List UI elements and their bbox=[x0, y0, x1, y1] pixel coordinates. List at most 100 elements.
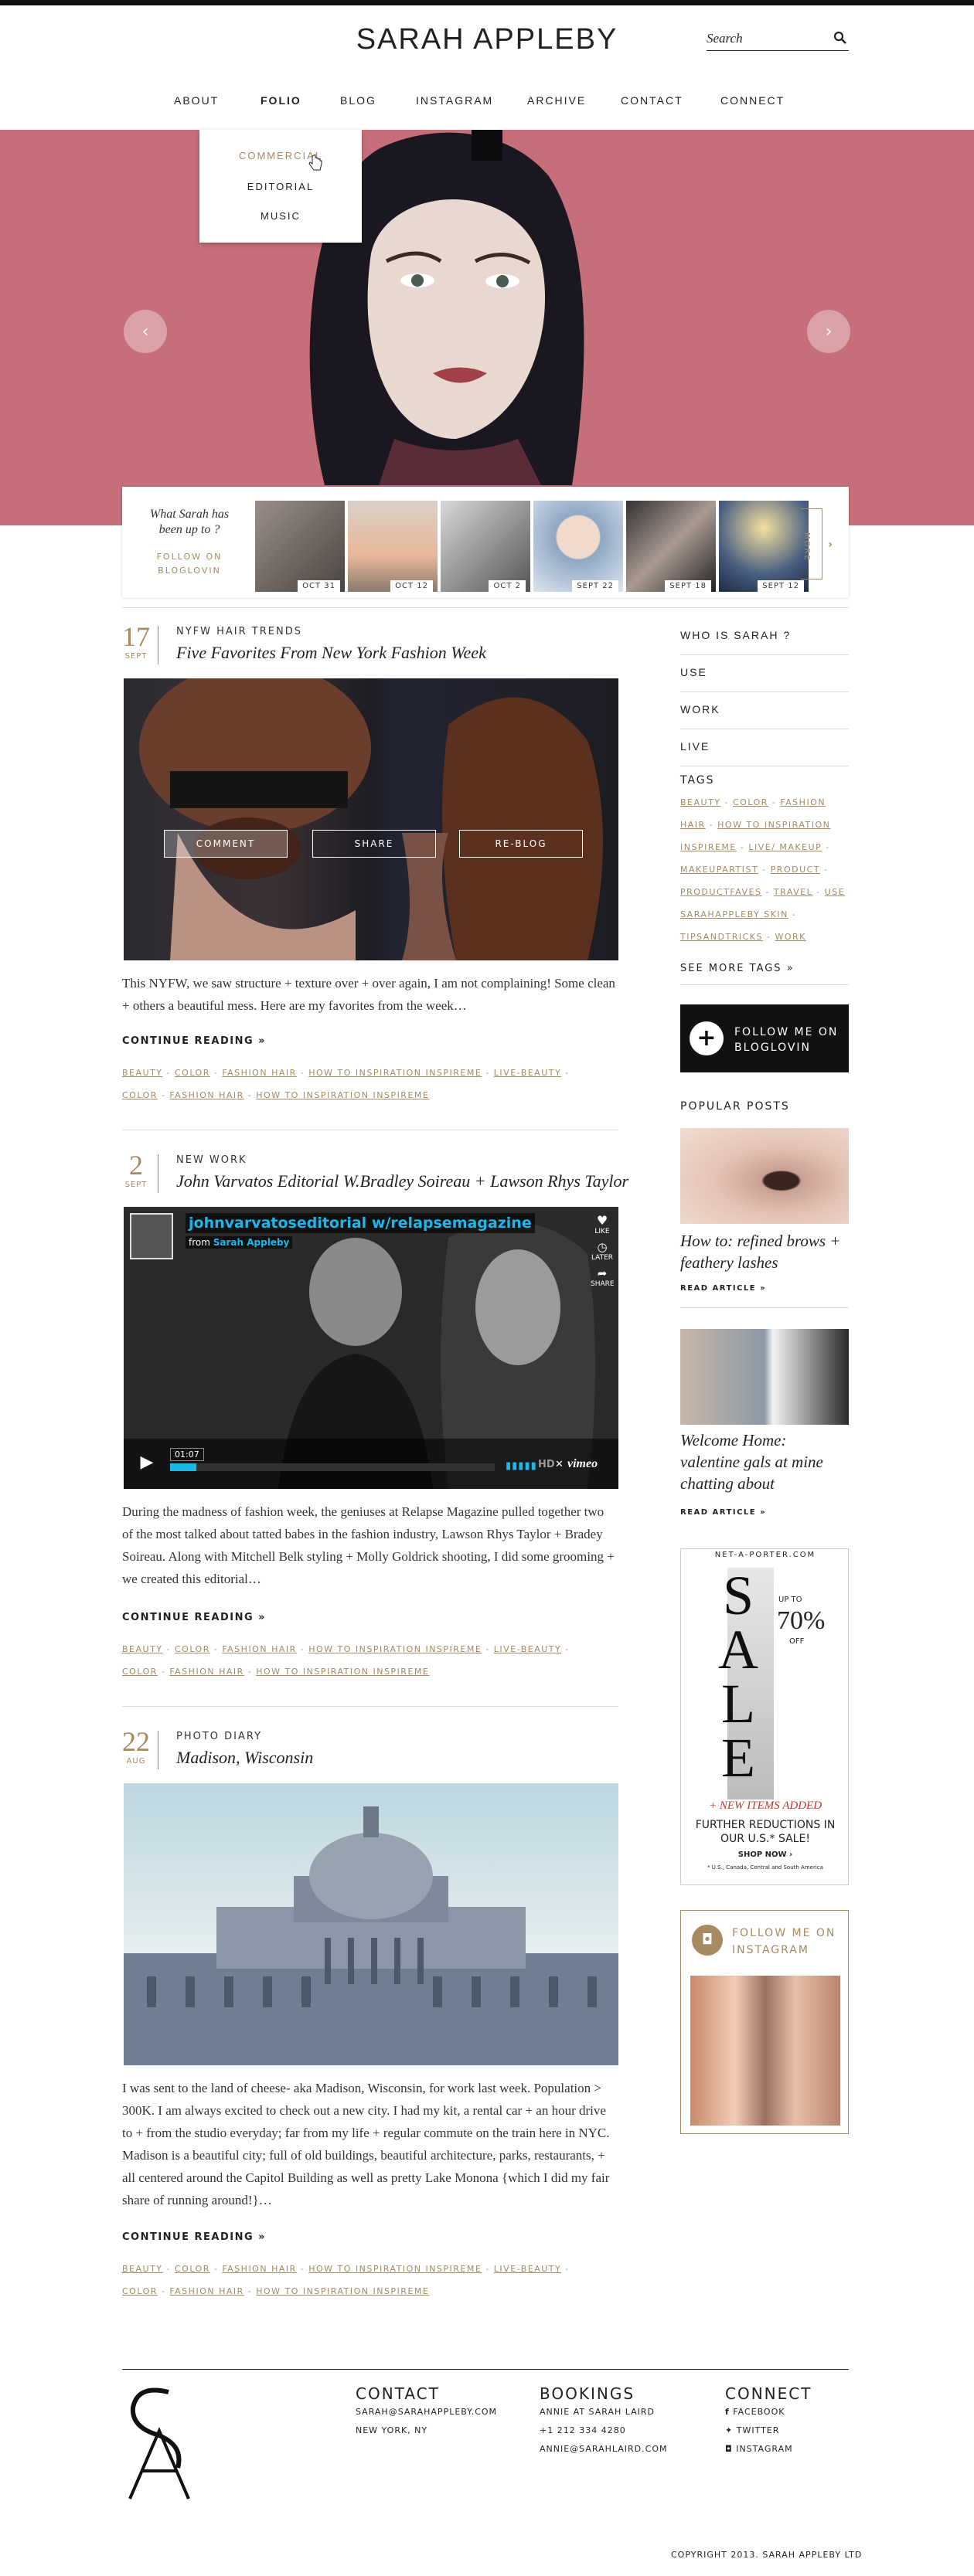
tag-link[interactable]: TRAVEL bbox=[774, 887, 812, 897]
continue-reading-link[interactable]: CONTINUE READING » bbox=[122, 2231, 266, 2243]
popular-post-image[interactable] bbox=[680, 1128, 849, 1224]
sa-monogram-logo[interactable] bbox=[122, 2384, 192, 2500]
tag-link[interactable]: MAKEUPARTIST bbox=[680, 865, 758, 875]
see-more-tags-link[interactable]: SEE MORE TAGS » bbox=[680, 963, 795, 974]
sidebar-link-who[interactable]: WHO IS SARAH ? bbox=[680, 618, 849, 655]
volume-icon[interactable]: ▮▮▮▮▮ bbox=[506, 1460, 537, 1472]
footer-agent-email[interactable]: ANNIE@SARAHLAIRD.COM bbox=[540, 2440, 667, 2459]
more-button[interactable]: MORE › bbox=[801, 508, 833, 579]
tag-link[interactable]: COLOR bbox=[175, 1068, 210, 1078]
tag-link[interactable]: HOW TO INSPIRATION INSPIREME bbox=[308, 1644, 482, 1654]
follow-bloglovin-link[interactable]: FOLLOW ON BLOGLOVIN bbox=[139, 550, 240, 578]
tag-link[interactable]: LIVE-BEAUTY bbox=[494, 1068, 561, 1078]
net-a-porter-ad[interactable]: NET-A-PORTER.COM SALE UP TO 70% OFF + NE… bbox=[680, 1548, 849, 1885]
play-button[interactable]: ▶ bbox=[131, 1453, 162, 1479]
thumb-item[interactable]: SEPT 18 bbox=[626, 501, 716, 592]
tag-link[interactable]: FASHION HAIR bbox=[222, 2264, 296, 2274]
tag-link[interactable]: LIVE-BEAUTY bbox=[494, 2264, 561, 2274]
tag-link[interactable]: COLOR bbox=[122, 1090, 158, 1100]
tag-link[interactable]: PRODUCTFAVES bbox=[680, 887, 761, 897]
read-article-link[interactable]: READ ARTICLE » bbox=[680, 1508, 766, 1517]
search-input[interactable] bbox=[707, 29, 822, 48]
tag-link[interactable]: HOW TO INSPIRATION INSPIREME bbox=[256, 2286, 429, 2296]
search-box[interactable] bbox=[707, 29, 849, 51]
tag-link[interactable]: COLOR bbox=[122, 1667, 158, 1677]
tag-link[interactable]: PRODUCT bbox=[771, 865, 820, 875]
footer-instagram-link[interactable]: ◘ INSTAGRAM bbox=[725, 2440, 812, 2459]
thumb-item[interactable]: OCT 12 bbox=[348, 501, 438, 592]
tag-link[interactable]: TIPSANDTRICKS bbox=[680, 932, 763, 942]
tag-link[interactable]: BEAUTY bbox=[122, 1068, 163, 1078]
thumb-item[interactable]: SEPT 12 bbox=[719, 501, 809, 592]
tag-link[interactable]: FASHION HAIR bbox=[169, 1667, 244, 1677]
post-title[interactable]: Five Favorites From New York Fashion Wee… bbox=[176, 643, 486, 663]
tag-link[interactable]: FASHION HAIR bbox=[222, 1644, 296, 1654]
popular-post-image[interactable] bbox=[680, 1329, 849, 1425]
like-button[interactable]: ♥ LIKE bbox=[591, 1213, 614, 1235]
vimeo-logo[interactable]: vimeo bbox=[567, 1457, 598, 1471]
tag-link[interactable]: FASHION HAIR bbox=[222, 1068, 296, 1078]
tag-link[interactable]: BEAUTY bbox=[680, 797, 721, 807]
thumb-item[interactable]: OCT 31 bbox=[255, 501, 345, 592]
nav-archive[interactable]: ARCHIVE bbox=[527, 94, 586, 107]
sidebar-link-use[interactable]: USE bbox=[680, 655, 849, 692]
nav-connect[interactable]: CONNECT bbox=[720, 94, 785, 107]
post-category[interactable]: NEW WORK bbox=[176, 1154, 247, 1166]
popular-post-title[interactable]: How to: refined brows + feathery lashes bbox=[680, 1230, 849, 1273]
watch-later-button[interactable]: ◷ LATER bbox=[591, 1240, 614, 1262]
tag-link[interactable]: BEAUTY bbox=[122, 1644, 163, 1654]
video-progress-bar[interactable] bbox=[170, 1463, 495, 1471]
video-author[interactable]: Sarah Appleby bbox=[213, 1237, 290, 1248]
tag-link[interactable]: COLOR bbox=[122, 2286, 158, 2296]
tag-link[interactable]: WORK bbox=[775, 932, 805, 942]
thumb-item[interactable]: OCT 2 bbox=[441, 501, 530, 592]
tag-link[interactable]: HOW TO INSPIRATION INSPIREME bbox=[256, 1667, 429, 1677]
search-icon[interactable] bbox=[833, 31, 847, 48]
popular-post-title[interactable]: Welcome Home: valentine gals at mine cha… bbox=[680, 1429, 849, 1494]
tag-link[interactable]: FASHION HAIR bbox=[169, 1090, 244, 1100]
reblog-button[interactable]: RE-BLOG bbox=[459, 830, 583, 858]
video-title[interactable]: johnvarvatoseditorial w/relapsemagazine bbox=[186, 1213, 535, 1233]
tag-link[interactable]: BEAUTY bbox=[122, 2264, 163, 2274]
sidebar-link-work[interactable]: WORK bbox=[680, 692, 849, 729]
video-player[interactable]: johnvarvatoseditorial w/relapsemagazine … bbox=[124, 1207, 618, 1489]
nav-blog[interactable]: BLOG bbox=[340, 94, 376, 107]
tag-link[interactable]: COLOR bbox=[733, 797, 768, 807]
bloglovin-follow-button[interactable]: + FOLLOW ME ON BLOGLOVIN bbox=[680, 1004, 849, 1072]
post-image[interactable] bbox=[124, 1783, 618, 2065]
ad-shop-now[interactable]: SHOP NOW › bbox=[681, 1850, 848, 1859]
tag-link[interactable]: LIVE/ MAKEUP bbox=[748, 842, 822, 852]
video-share-button[interactable]: ➦ SHARE bbox=[591, 1266, 615, 1288]
footer-phone[interactable]: +1 212 334 4280 bbox=[540, 2421, 667, 2440]
tag-link[interactable]: COLOR bbox=[175, 1644, 210, 1654]
tag-link[interactable]: COLOR bbox=[175, 2264, 210, 2274]
read-article-link[interactable]: READ ARTICLE » bbox=[680, 1284, 766, 1293]
footer-email-link[interactable]: SARAH@SARAHAPPLEBY.COM bbox=[356, 2403, 497, 2421]
sidebar-link-live[interactable]: LIVE bbox=[680, 729, 849, 766]
fullscreen-icon[interactable]: ✕ bbox=[555, 1459, 564, 1470]
tag-link[interactable]: HOW TO INSPIRATION INSPIREME bbox=[256, 1090, 429, 1100]
nav-instagram[interactable]: INSTAGRAM bbox=[416, 94, 493, 107]
nav-about[interactable]: ABOUT bbox=[174, 94, 219, 107]
post-category[interactable]: PHOTO DIARY bbox=[176, 1731, 262, 1742]
post-category[interactable]: NYFW HAIR TRENDS bbox=[176, 626, 302, 637]
nav-folio[interactable]: FOLIO bbox=[261, 94, 301, 107]
post-title[interactable]: John Varvatos Editorial W.Bradley Soirea… bbox=[176, 1171, 628, 1191]
tag-link[interactable]: FASHION HAIR bbox=[169, 2286, 244, 2296]
dropdown-music[interactable]: MUSIC bbox=[199, 210, 362, 222]
instagram-follow-label[interactable]: FOLLOW ME ON INSTAGRAM bbox=[732, 1925, 840, 1959]
share-button[interactable]: SHARE bbox=[312, 830, 436, 858]
slider-prev-button[interactable]: ‹ bbox=[124, 310, 167, 353]
continue-reading-link[interactable]: CONTINUE READING » bbox=[122, 1612, 266, 1623]
nav-contact[interactable]: CONTACT bbox=[621, 94, 683, 107]
post-image[interactable]: COMMENT SHARE RE-BLOG bbox=[124, 678, 618, 960]
comment-button[interactable]: COMMENT bbox=[164, 830, 288, 858]
tag-link[interactable]: HOW TO INSPIRATION INSPIREME bbox=[308, 2264, 482, 2274]
dropdown-editorial[interactable]: EDITORIAL bbox=[199, 181, 362, 192]
thumb-item[interactable]: SEPT 22 bbox=[533, 501, 623, 592]
tag-link[interactable]: LIVE-BEAUTY bbox=[494, 1644, 561, 1654]
post-title[interactable]: Madison, Wisconsin bbox=[176, 1748, 313, 1768]
dropdown-commercial[interactable]: COMMERCIAL bbox=[199, 150, 362, 161]
footer-twitter-link[interactable]: ✦ TWITTER bbox=[725, 2421, 812, 2440]
hd-icon[interactable]: HD bbox=[538, 1459, 555, 1470]
